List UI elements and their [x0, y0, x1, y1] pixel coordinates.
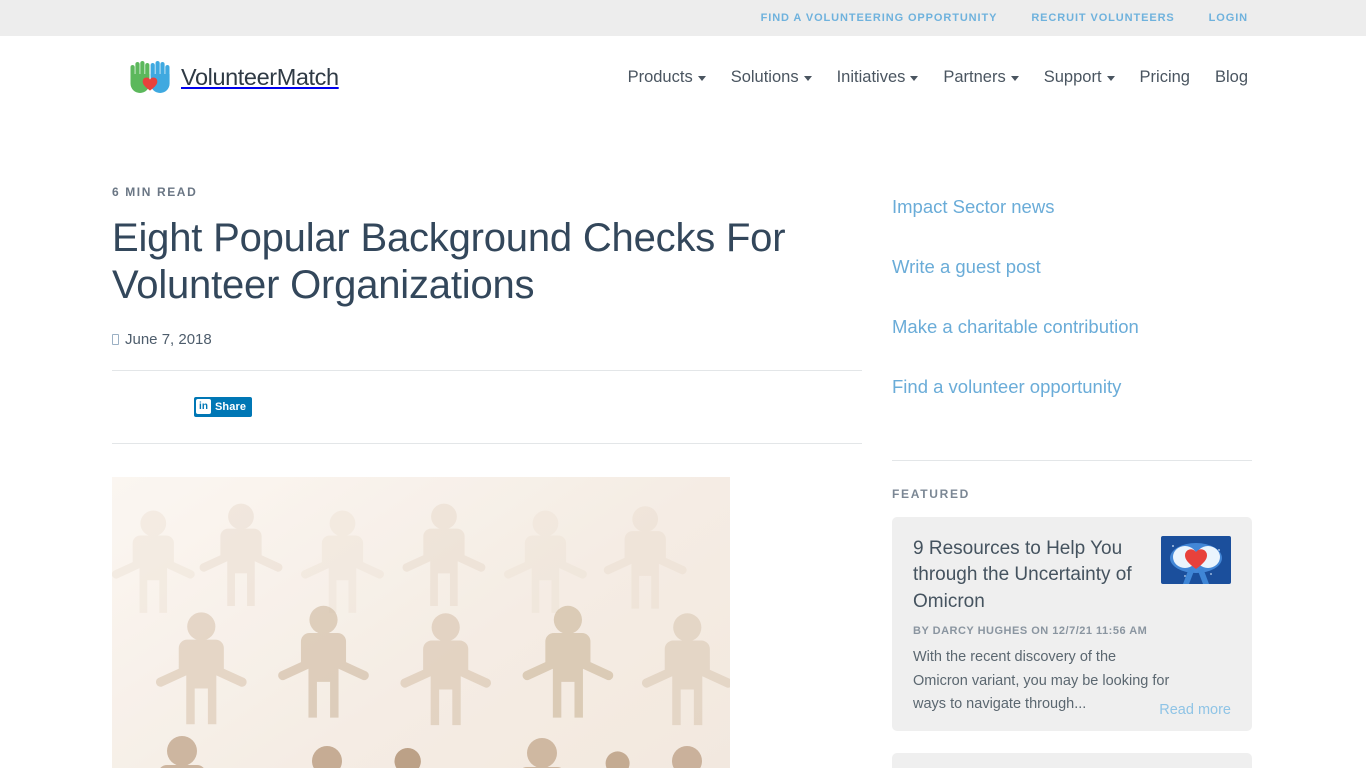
- publish-date-text: June 7, 2018: [125, 330, 212, 348]
- nav-label-partners: Partners: [943, 67, 1006, 86]
- nav-label-pricing: Pricing: [1139, 67, 1190, 86]
- utility-link-find-opportunity[interactable]: FIND A VOLUNTEERING OPPORTUNITY: [761, 12, 998, 24]
- read-more-link[interactable]: Read more: [1159, 702, 1231, 718]
- nav-item-support[interactable]: Support: [1044, 68, 1115, 87]
- main-navigation: Products Solutions Initiatives Partners …: [628, 68, 1248, 87]
- two-hands-heart-icon: [128, 57, 172, 97]
- sidebar: Impact Sector news Write a guest post Ma…: [892, 185, 1252, 768]
- chevron-down-icon: [803, 76, 812, 81]
- hero-image: [112, 476, 730, 768]
- page-title: Eight Popular Background Checks For Volu…: [112, 216, 786, 307]
- utility-bar: FIND A VOLUNTEERING OPPORTUNITY RECRUIT …: [0, 0, 1366, 36]
- nav-item-partners[interactable]: Partners: [943, 67, 1019, 87]
- nav-label-initiatives: Initiatives: [836, 67, 906, 86]
- nav-label-products: Products: [627, 67, 693, 86]
- rail-link-find-volunteer-opportunity[interactable]: Find a volunteer opportunity: [892, 365, 1252, 407]
- rail-link-charitable-contribution[interactable]: Make a charitable contribution: [892, 305, 1252, 347]
- sidebar-divider: [892, 459, 1252, 461]
- featured-heading: FEATURED: [892, 486, 971, 501]
- heart-in-hands-thumbnail: [1161, 535, 1231, 584]
- nav-item-blog[interactable]: Blog: [1215, 68, 1248, 87]
- featured-card[interactable]: 9 Resources to Help You through the Unce…: [892, 516, 1252, 731]
- nav-label-support: Support: [1043, 67, 1102, 86]
- utility-link-login[interactable]: LOGIN: [1209, 12, 1248, 24]
- page-body: 6 MIN READ Eight Popular Background Chec…: [0, 185, 1366, 768]
- utility-link-recruit-volunteers[interactable]: RECRUIT VOLUNTEERS: [1031, 12, 1174, 24]
- featured-card[interactable]: 9 Ways to Be Kind to UV: [892, 752, 1252, 768]
- chevron-down-icon: [1010, 76, 1019, 81]
- nav-item-pricing[interactable]: Pricing: [1140, 68, 1190, 87]
- read-time: 6 MIN READ: [112, 185, 198, 199]
- publish-date: June 7, 2018: [112, 331, 862, 348]
- logo-home-link[interactable]: VolunteerMatch: [128, 57, 339, 97]
- logo-wordmark: VolunteerMatch: [181, 63, 339, 90]
- featured-card-byline: BY DARCY HUGHES ON 12/7/21 11:56 AM: [913, 625, 1148, 638]
- nav-item-initiatives[interactable]: Initiatives: [837, 68, 919, 87]
- rail-link-impact-sector-news[interactable]: Impact Sector news: [892, 185, 1252, 227]
- divider-below-share: [112, 442, 862, 444]
- nav-item-products[interactable]: Products: [628, 68, 706, 87]
- linkedin-share-label: Share: [215, 400, 247, 413]
- share-row: in Share: [112, 371, 862, 443]
- rail-link-write-guest-post[interactable]: Write a guest post: [892, 245, 1252, 287]
- chevron-down-icon: [910, 76, 919, 81]
- chevron-down-icon: [697, 76, 706, 81]
- nav-label-solutions: Solutions: [730, 67, 799, 86]
- site-header: VolunteerMatch Products Solutions Initia…: [0, 36, 1366, 118]
- nav-label-blog: Blog: [1214, 67, 1248, 86]
- chevron-down-icon: [1106, 76, 1115, 81]
- article-column: 6 MIN READ Eight Popular Background Chec…: [112, 185, 862, 768]
- linkedin-icon: in: [196, 399, 211, 415]
- nav-item-solutions[interactable]: Solutions: [731, 68, 812, 87]
- calendar-icon: [112, 333, 119, 345]
- linkedin-share-button[interactable]: in Share: [194, 396, 253, 417]
